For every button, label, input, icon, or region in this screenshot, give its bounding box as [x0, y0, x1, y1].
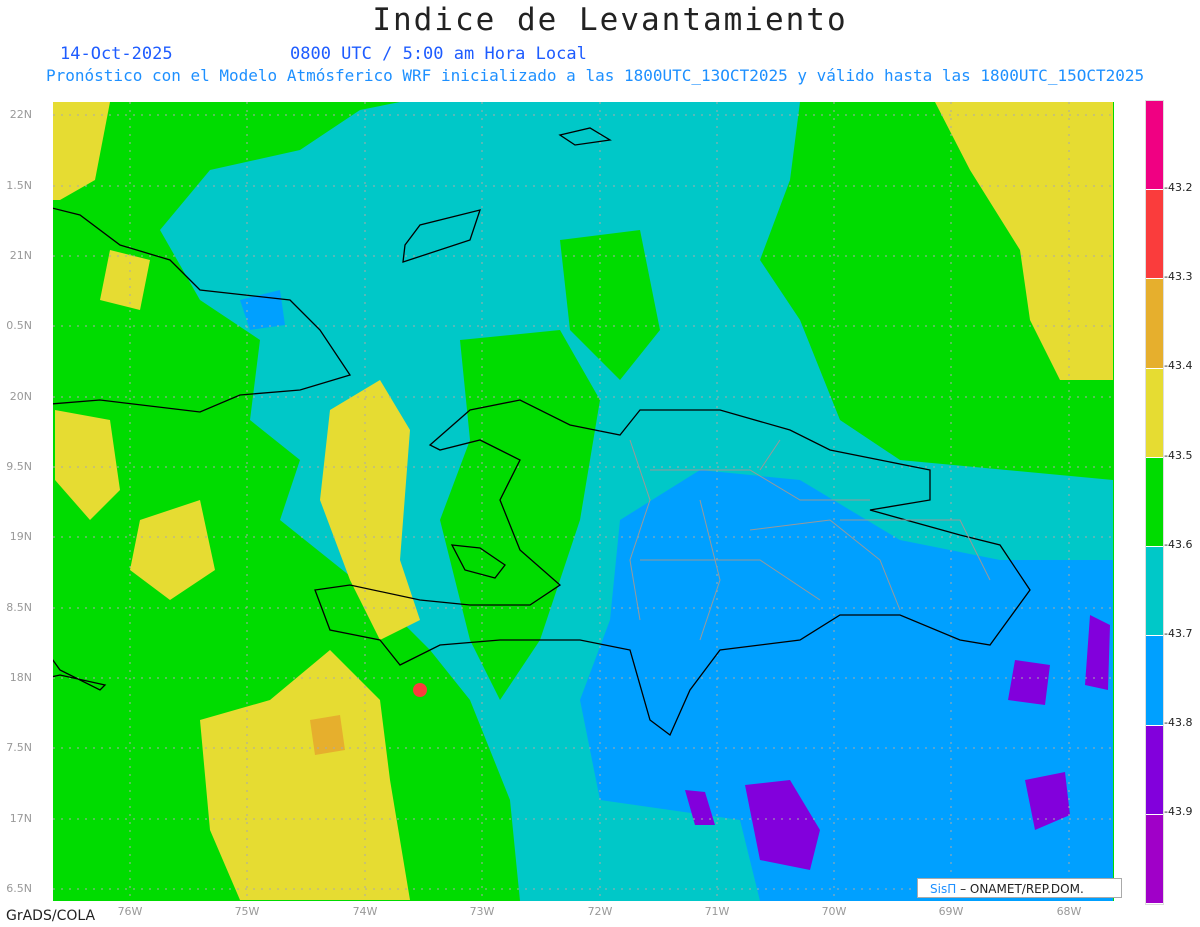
lat-label: 21N [9, 249, 32, 262]
colorbar-label: -43.3 [1164, 270, 1193, 283]
credit-text: – ONAMET/REP.DOM. [960, 882, 1084, 896]
colorbar-segment [1146, 547, 1163, 637]
lon-label: 76W [117, 905, 143, 918]
forecast-subtitle: Pronóstico con el Modelo Atmósferico WRF… [46, 66, 1145, 85]
colorbar-segment [1146, 725, 1163, 815]
lat-label: 6.5N [6, 882, 32, 895]
lat-label: 17N [9, 812, 32, 825]
colorbar [1145, 100, 1164, 905]
lon-label: 71W [704, 905, 730, 918]
forecast-date: 14-Oct-2025 [60, 44, 173, 64]
lat-label: 0.5N [6, 319, 32, 332]
red-spot [413, 683, 427, 697]
lon-label: 73W [469, 905, 495, 918]
lat-label: 1.5N [6, 179, 32, 192]
colorbar-label: -43.7 [1164, 627, 1193, 640]
lon-label: 72W [587, 905, 613, 918]
lat-label: 19N [9, 530, 32, 543]
lon-label: 74W [352, 905, 378, 918]
colorbar-label: -43.6 [1164, 538, 1193, 551]
sispi-logo: SisΠ [930, 882, 957, 896]
lat-label: 7.5N [6, 741, 32, 754]
colorbar-label: -43.2 [1164, 181, 1193, 194]
colorbar-segment [1146, 636, 1163, 726]
colorbar-segment [1146, 814, 1163, 904]
lon-label: 75W [234, 905, 260, 918]
lifted-index-map [53, 102, 1114, 901]
lat-label: 22N [9, 108, 32, 121]
forecast-time: 0800 UTC / 5:00 am Hora Local [290, 44, 587, 64]
colorbar-segment [1146, 101, 1163, 191]
colorbar-segment [1146, 190, 1163, 280]
map-title: Indice de Levantamiento [372, 2, 848, 38]
colorbar-label: -43.5 [1164, 449, 1193, 462]
colorbar-segment [1146, 457, 1163, 548]
colorbar-segment [1146, 368, 1163, 458]
orange-spot [310, 715, 345, 755]
grads-credit: GrADS/COLA [6, 908, 96, 924]
colorbar-label: -43.4 [1164, 359, 1193, 372]
lat-label: 9.5N [6, 460, 32, 473]
lat-label: 8.5N [6, 601, 32, 614]
colorbar-segment [1146, 279, 1163, 369]
lon-label: 70W [821, 905, 847, 918]
colorbar-label: -43.8 [1164, 716, 1193, 729]
onamet-credit: SisΠ – ONAMET/REP.DOM. [917, 878, 1122, 898]
lat-label: 20N [9, 390, 32, 403]
lon-label: 69W [938, 905, 964, 918]
colorbar-label: -43.9 [1164, 805, 1193, 818]
lat-label: 18N [9, 671, 32, 684]
purple-patch-2 [1008, 660, 1050, 705]
lon-label: 68W [1056, 905, 1082, 918]
